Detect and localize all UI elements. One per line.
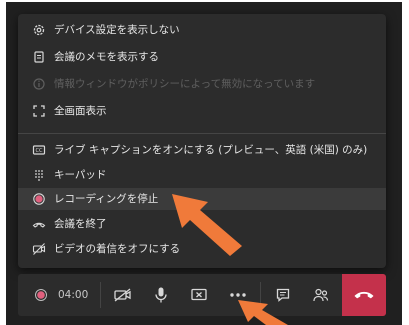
fullscreen-icon bbox=[32, 104, 46, 118]
menu-item-label: レコーディングを停止 bbox=[54, 193, 159, 205]
menu-item-label: 全画面表示 bbox=[54, 105, 107, 117]
svg-text:CC: CC bbox=[36, 148, 43, 154]
menu-item-fullscreen[interactable]: 全画面表示 bbox=[18, 100, 386, 122]
captions-icon: CC bbox=[32, 143, 46, 157]
menu-item-label: 会議のメモを表示する bbox=[54, 51, 159, 63]
end-call-icon bbox=[32, 217, 46, 231]
participants-icon bbox=[313, 288, 329, 302]
hang-up-button[interactable] bbox=[342, 274, 386, 316]
hang-up-icon bbox=[354, 291, 374, 299]
meeting-toolbar: 04:00 bbox=[18, 274, 386, 316]
menu-item-live-captions[interactable]: CC ライブ キャプションをオンにする (プレビュー、英語 (米国) のみ) bbox=[18, 139, 386, 161]
camera-off-button[interactable] bbox=[104, 274, 142, 316]
recording-indicator bbox=[28, 274, 54, 316]
menu-item-keypad[interactable]: キーパッド bbox=[18, 164, 386, 186]
toolbar-divider bbox=[100, 282, 101, 308]
share-icon bbox=[191, 288, 207, 301]
microphone-icon bbox=[155, 287, 167, 303]
menu-item-label: デバイス設定を表示しない bbox=[54, 24, 180, 36]
menu-divider bbox=[18, 133, 386, 134]
menu-item-label: ビデオの着信をオフにする bbox=[54, 243, 181, 255]
keypad-icon bbox=[32, 168, 46, 182]
notes-icon bbox=[32, 50, 46, 64]
menu-item-hide-device-settings[interactable]: デバイス設定を表示しない bbox=[18, 19, 386, 41]
info-icon bbox=[32, 77, 46, 91]
gear-icon bbox=[32, 23, 46, 37]
menu-item-label: キーパッド bbox=[54, 169, 107, 181]
menu-item-label: ライブ キャプションをオンにする (プレビュー、英語 (米国) のみ) bbox=[54, 144, 368, 156]
record-stop-icon bbox=[32, 192, 46, 206]
call-timer: 04:00 bbox=[58, 289, 89, 301]
menu-item-label: 会議を終了 bbox=[54, 218, 107, 230]
annotation-arrow-stop-recording bbox=[172, 194, 242, 256]
share-screen-button[interactable] bbox=[180, 274, 218, 316]
video-off-icon bbox=[32, 242, 46, 256]
menu-item-show-meeting-notes[interactable]: 会議のメモを表示する bbox=[18, 46, 386, 68]
menu-item-label: 情報ウィンドウがポリシーによって無効になっています bbox=[54, 78, 316, 90]
microphone-button[interactable] bbox=[142, 274, 180, 316]
participants-button[interactable] bbox=[302, 274, 340, 316]
camera-off-icon bbox=[114, 288, 131, 302]
annotation-arrow-more-actions bbox=[238, 300, 288, 325]
menu-item-info-window-disabled: 情報ウィンドウがポリシーによって無効になっています bbox=[18, 73, 386, 95]
